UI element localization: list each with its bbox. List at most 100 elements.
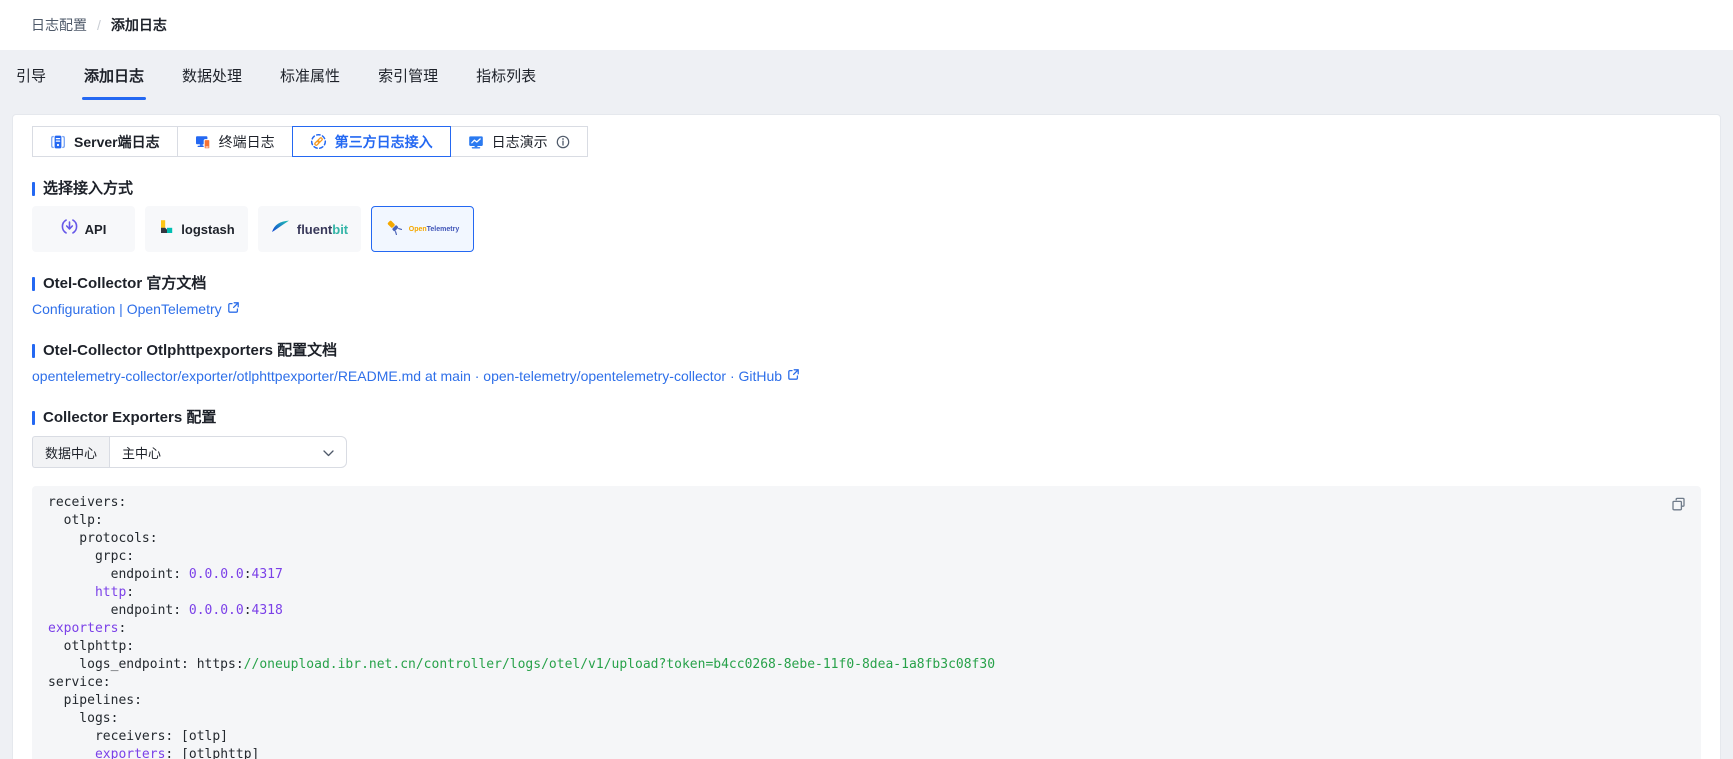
method-card-logstash[interactable]: logstash [145, 206, 248, 252]
third-party-log-button[interactable]: 第三方日志接入 [291, 126, 451, 157]
server-log-button[interactable]: Server端日志 [32, 126, 178, 157]
fluentbit-label-part1: fluent [296, 221, 333, 237]
code-token: endpoint: [48, 567, 189, 582]
code-line: endpoint: 0.0.0.0:4317 [48, 566, 1685, 584]
code-line: pipelines: [48, 692, 1685, 710]
section-otlphttp-doc-title: Otel-Collector Otlphttpexporters 配置文档 [43, 342, 338, 359]
access-method-cards: API logstash fluentbit OpenTelemetry [32, 206, 1701, 252]
api-icon [61, 218, 78, 240]
tab-guide[interactable]: 引导 [14, 50, 48, 100]
code-token: : [243, 567, 252, 582]
terminal-log-button[interactable]: 终端日志 [176, 126, 293, 157]
section-official-doc-title: Otel-Collector 官方文档 [43, 275, 207, 292]
section-accent-bar [32, 343, 35, 358]
fluentbit-label-part2: bit [332, 221, 349, 237]
fluentbit-icon [271, 219, 290, 239]
server-icon [50, 134, 66, 150]
section-exporters-config-title: Collector Exporters 配置 [43, 409, 217, 426]
section-accent-bar [32, 181, 35, 196]
tab-data-processing[interactable]: 数据处理 [180, 50, 244, 100]
third-party-log-label: 第三方日志接入 [334, 133, 433, 150]
external-link-icon [787, 366, 800, 386]
demo-monitor-icon [468, 134, 484, 150]
code-line: service: [48, 674, 1685, 692]
otlphttp-doc-link-text: opentelemetry-collector/exporter/otlphtt… [32, 368, 783, 384]
code-token: logs: [48, 711, 119, 726]
code-line: http: [48, 584, 1685, 602]
terminal-log-label: 终端日志 [218, 133, 275, 150]
section-access-method: 选择接入方式 [32, 180, 1701, 197]
code-token: protocols: [48, 531, 158, 546]
code-line: grpc: [48, 548, 1685, 566]
devices-icon [195, 134, 211, 150]
tab-index-management[interactable]: 索引管理 [376, 50, 440, 100]
content-background: 引导 添加日志 数据处理 标准属性 索引管理 指标列表 Server端日志 终端… [0, 50, 1733, 759]
datacenter-label: 数据中心 [32, 436, 110, 468]
code-line: logs: [48, 710, 1685, 728]
copy-icon[interactable] [1670, 496, 1687, 513]
code-line: receivers: [48, 494, 1685, 512]
method-fluentbit-label: fluentbit [297, 222, 348, 237]
breadcrumb-parent[interactable]: 日志配置 [31, 15, 87, 35]
code-token: grpc: [48, 549, 135, 564]
code-token: service: [48, 675, 111, 690]
opentelemetry-icon [386, 219, 402, 240]
integration-link-icon [310, 133, 327, 150]
code-line: logs_endpoint: https://oneupload.ibr.net… [48, 656, 1685, 674]
server-log-label: Server端日志 [74, 133, 160, 150]
section-official-doc: Otel-Collector 官方文档 [32, 275, 1701, 292]
tab-metric-list[interactable]: 指标列表 [474, 50, 538, 100]
code-token: : [126, 585, 135, 600]
log-demo-label: 日志演示 [491, 133, 548, 150]
code-token: otlphttp: [48, 639, 135, 654]
code-token: http [94, 585, 127, 600]
method-opentelemetry-label: OpenTelemetry [409, 226, 459, 233]
code-token: exporters [94, 747, 166, 759]
section-otlphttp-doc: Otel-Collector Otlphttpexporters 配置文档 [32, 342, 1701, 359]
breadcrumb-current: 添加日志 [110, 17, 167, 33]
method-logstash-label: logstash [181, 221, 235, 237]
method-card-api[interactable]: API [32, 206, 135, 252]
section-exporters-config: Collector Exporters 配置 [32, 409, 1701, 426]
yaml-config-code-block: receivers: otlp: protocols: grpc: endpoi… [32, 486, 1701, 759]
breadcrumb-separator: / [97, 17, 101, 33]
tab-standard-attributes[interactable]: 标准属性 [278, 50, 342, 100]
method-card-opentelemetry[interactable]: OpenTelemetry [371, 206, 474, 252]
log-demo-button[interactable]: 日志演示 [449, 126, 588, 157]
main-card: Server端日志 终端日志 第三方日志接入 日志演示 选择接入方式 API l… [12, 114, 1721, 759]
external-link-icon [227, 299, 240, 319]
tab-add-log[interactable]: 添加日志 [82, 50, 147, 100]
code-line: receivers: [otlp] [48, 728, 1685, 746]
official-doc-link[interactable]: Configuration | OpenTelemetry [32, 299, 240, 319]
code-token: 4318 [251, 603, 283, 618]
code-line: exporters: [otlphttp] [48, 746, 1685, 759]
code-line: otlphttp: [48, 638, 1685, 656]
code-token: : [118, 621, 127, 636]
code-token: 0.0.0.0 [188, 567, 244, 582]
method-card-fluentbit[interactable]: fluentbit [258, 206, 361, 252]
code-line: otlp: [48, 512, 1685, 530]
code-token: otlp: [48, 513, 103, 528]
method-api-label: API [84, 221, 107, 237]
otel-label-part2: Telemetry [426, 225, 460, 233]
code-line: protocols: [48, 530, 1685, 548]
chevron-down-icon [323, 445, 334, 460]
section-access-method-title: 选择接入方式 [43, 180, 134, 197]
code-token: endpoint: [48, 603, 189, 618]
section-accent-bar [32, 410, 35, 425]
code-line: endpoint: 0.0.0.0:4318 [48, 602, 1685, 620]
code-token: : [otlphttp] [165, 747, 260, 759]
code-token: receivers: [otlp] [48, 729, 229, 744]
tab-bar: 引导 添加日志 数据处理 标准属性 索引管理 指标列表 [0, 50, 1733, 100]
code-token: 4317 [251, 567, 283, 582]
official-doc-link-text: Configuration | OpenTelemetry [32, 301, 222, 317]
section-accent-bar [32, 276, 35, 291]
breadcrumb: 日志配置 / 添加日志 [0, 0, 1733, 50]
datacenter-select[interactable]: 主中心 [109, 436, 348, 468]
log-type-button-group: Server端日志 终端日志 第三方日志接入 日志演示 [32, 126, 588, 157]
info-circle-icon[interactable] [556, 135, 570, 149]
otlphttp-doc-link[interactable]: opentelemetry-collector/exporter/otlphtt… [32, 366, 800, 386]
otel-label-part1: Open [408, 225, 427, 233]
